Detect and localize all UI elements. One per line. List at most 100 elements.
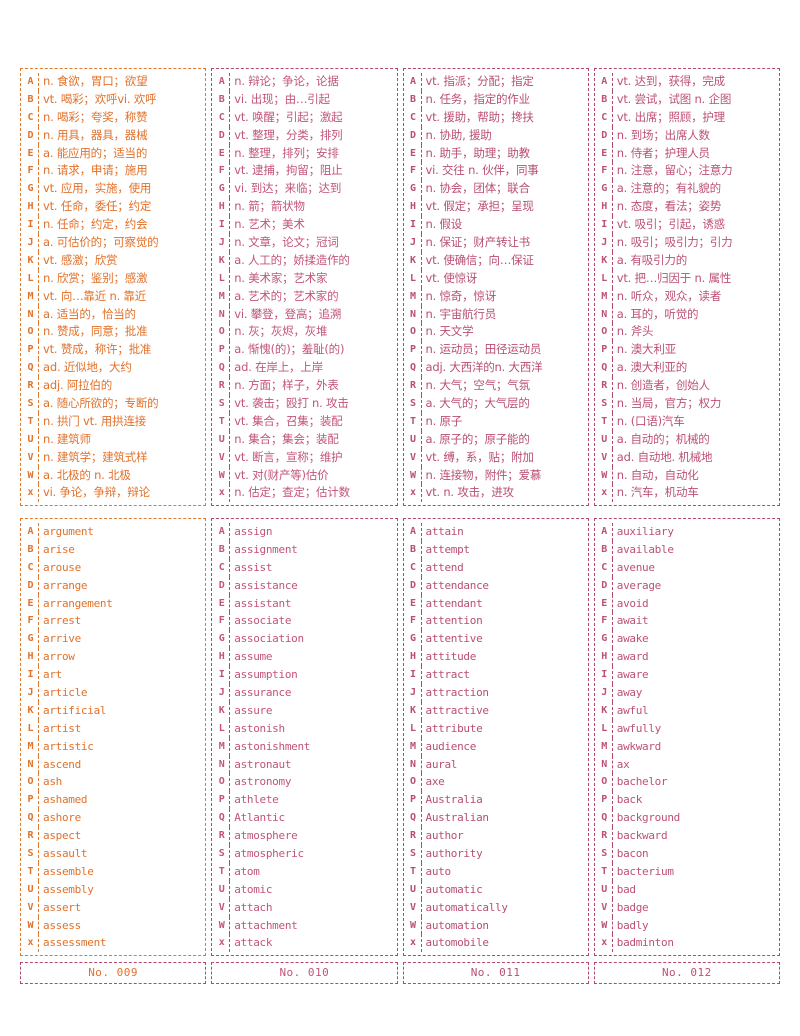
entry-row: Avt. 指派；分配；指定 [406, 73, 586, 91]
entry-letter: V [214, 898, 231, 917]
entry-row: On. 赞成，同意；批准 [23, 323, 203, 342]
definition-text: n. 大气；空气；气氛 [425, 378, 531, 393]
entry-row: Hvt. 假定；承担；呈现 [406, 198, 586, 217]
entry-letter: G [406, 630, 422, 649]
entry-letter: A [23, 73, 39, 91]
word-text: auto [425, 864, 452, 878]
definition-card-012: Avt. 达到，获得，完成 Bvt. 尝试，试图 n. 企图 Cvt. 出席；照顾，… [593, 68, 780, 507]
entry-letter: R [406, 827, 422, 846]
entry-row: Na. 适当的，恰当的 [23, 305, 203, 324]
entry-letter: S [597, 395, 613, 413]
entry-row: Jn. 文章，论文；冠词 [214, 234, 394, 252]
entry-row: Eattendant [406, 594, 586, 613]
definition-text: n. 拱门 vt. 用拱连接 [43, 413, 147, 428]
entry-row: Sa. 大气的；大气层的 [406, 395, 586, 413]
word-text: arrive [43, 632, 81, 646]
entry-letter: x [214, 484, 231, 503]
definition-text: n. 宇宙航行员 [425, 306, 497, 321]
entry-letter: V [406, 898, 422, 917]
card-number-label: No. 010 [211, 962, 398, 984]
entry-row: Iattract [406, 666, 586, 685]
word-text: ashore [43, 811, 81, 825]
entry-letter: H [597, 648, 613, 667]
word-text: astronomy [234, 775, 292, 789]
word-text: average [616, 578, 662, 592]
entry-letter: U [214, 430, 231, 449]
entry-letter: R [214, 377, 231, 396]
entry-letter: V [597, 448, 613, 467]
word-text: argument [43, 525, 94, 538]
entry-letter: S [597, 845, 613, 863]
entry-letter: B [406, 540, 422, 559]
entry-row: Qashore [23, 809, 203, 828]
entry-letter: C [214, 108, 231, 127]
entry-row: Lattribute [406, 719, 586, 738]
entry-letter: P [406, 791, 422, 810]
entry-letter: W [406, 916, 422, 935]
word-text: assure [234, 703, 273, 717]
entry-row: Lvt. 把…归因于 n. 属性 [597, 269, 777, 288]
entry-row: Vvt. 缚，系，贴；附加 [406, 448, 586, 467]
definition-text: n. 辩论；争论，论据 [234, 74, 339, 88]
entry-letter: x [214, 934, 231, 953]
entry-row: In. 任命；约定，约会 [23, 216, 203, 235]
definition-text: vt. 指派；分配；指定 [425, 74, 534, 88]
entry-row: Bvi. 出现；由…引起 [214, 90, 394, 109]
entry-letter: F [214, 612, 231, 631]
entry-row: Vautomatically [406, 898, 586, 917]
entry-letter: Q [406, 809, 422, 828]
definition-text: adj. 大西洋的n. 大西洋 [425, 360, 543, 375]
entry-letter: F [23, 162, 39, 181]
entry-letter: L [597, 719, 613, 738]
word-text: assert [43, 900, 81, 914]
entry-letter: J [597, 234, 613, 252]
word-text: assistant [234, 596, 292, 610]
entry-letter: D [23, 126, 39, 145]
entry-letter: Q [214, 359, 231, 378]
word-text: assault [43, 847, 88, 861]
entry-row: Jn. 保证；财产转让书 [406, 234, 586, 252]
entry-letter: F [214, 162, 231, 181]
entry-row: Garrive [23, 630, 203, 649]
entry-letter: G [597, 180, 613, 199]
entry-row: Lastonish [214, 719, 394, 738]
entry-row: Cvt. 援助，帮助；搀扶 [406, 108, 586, 127]
entry-letter: F [23, 612, 39, 631]
definition-text: n. 汽车，机动车 [616, 485, 699, 500]
entry-letter: U [597, 430, 613, 449]
word-text: attraction [425, 686, 490, 700]
entry-row: Oastronomy [214, 773, 394, 792]
definition-text: n. 请求，申请；施用 [43, 163, 148, 178]
word-text: badly [616, 918, 649, 932]
entry-row: Gvt. 应用，实施，使用 [23, 180, 203, 199]
definition-text: n. 文章，论文；冠词 [234, 235, 339, 250]
entry-row: Iaware [597, 666, 777, 685]
entry-letter: C [23, 558, 39, 577]
entry-letter: U [406, 430, 422, 449]
entry-letter: K [406, 701, 422, 720]
definition-text: n. 协助, 援助 [425, 127, 492, 142]
entry-letter: N [214, 755, 231, 774]
entry-row: Ma. 艺术的；艺术家的 [214, 287, 394, 306]
entry-letter: L [406, 269, 422, 288]
entry-row: Wbadly [597, 916, 777, 935]
entry-row: Kartificial [23, 701, 203, 720]
entry-row: Ja. 可估价的；可察觉的 [23, 234, 203, 252]
entry-row: Lawfully [597, 719, 777, 738]
entry-row: Cassist [214, 558, 394, 577]
entry-letter: C [406, 108, 422, 127]
word-text: arouse [43, 560, 81, 574]
definition-text: vi. 攀登，登高；追溯 [234, 306, 342, 321]
definition-text: a. 北极的 n. 北极 [43, 467, 131, 482]
entry-row: Obachelor [597, 773, 777, 792]
entry-row: Ratmosphere [214, 827, 394, 846]
entry-row: Wassess [23, 916, 203, 935]
entry-row: Fvi. 交往 n. 伙伴，同事 [406, 162, 586, 181]
definition-text: n. 用具，器具，器械 [43, 127, 148, 142]
word-text: background [616, 811, 681, 825]
entry-row: Oash [23, 773, 203, 792]
entry-letter: U [23, 880, 39, 899]
entry-letter: D [597, 576, 613, 595]
entry-row: Aattain [406, 523, 586, 541]
entry-letter: E [214, 594, 231, 613]
